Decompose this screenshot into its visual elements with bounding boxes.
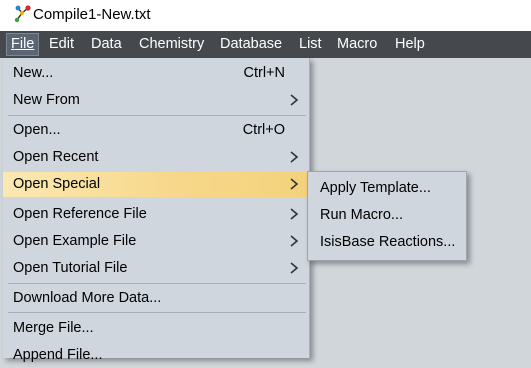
chevron-right-icon xyxy=(290,235,299,247)
shortcut-label: Ctrl+O xyxy=(242,122,285,138)
menu-item-label: Open... xyxy=(13,122,61,138)
menu-item-merge-file[interactable]: Merge File... xyxy=(6,316,308,341)
menu-data-label: Data xyxy=(91,36,122,52)
menu-item-label: New... xyxy=(13,65,54,81)
menu-item-label: Open Example File xyxy=(13,233,137,249)
menu-item-label: Append File... xyxy=(13,347,103,363)
menu-list[interactable]: List xyxy=(299,33,322,56)
menu-item-download-more-data[interactable]: Download More Data... xyxy=(6,286,308,311)
chevron-right-icon xyxy=(290,94,299,106)
submenu-item-run-macro[interactable]: Run Macro... xyxy=(308,199,466,225)
menu-separator xyxy=(8,312,306,313)
menu-item-new-from[interactable]: New From xyxy=(6,88,308,113)
menu-database-label: Database xyxy=(220,36,283,52)
menu-item-append-file[interactable]: Append File... xyxy=(6,343,308,368)
menu-item-label: Open Special xyxy=(13,176,101,192)
chevron-right-icon xyxy=(290,151,299,163)
menu-separator xyxy=(8,283,306,284)
menu-help[interactable]: Help xyxy=(395,33,425,56)
chevron-right-icon xyxy=(290,208,299,220)
menu-edit[interactable]: Edit xyxy=(49,33,74,56)
menu-edit-label: Edit xyxy=(49,36,74,52)
menu-item-label: Merge File... xyxy=(13,320,94,336)
menu-item-open-special[interactable]: Open Special xyxy=(3,172,309,197)
open-special-submenu: Apply Template... Run Macro... IsisBase … xyxy=(307,171,467,261)
menu-macro-label: Macro xyxy=(337,36,378,52)
menu-list-label: List xyxy=(299,36,322,52)
title-bar: Compile1-New.txt xyxy=(0,0,531,31)
menu-item-open-reference-file[interactable]: Open Reference File xyxy=(6,202,308,227)
submenu-item-label: IsisBase Reactions... xyxy=(320,234,456,250)
submenu-item-apply-template[interactable]: Apply Template... xyxy=(308,172,466,198)
menu-data[interactable]: Data xyxy=(91,33,122,56)
submenu-item-label: Apply Template... xyxy=(320,180,431,196)
menu-chemistry-label: Chemistry xyxy=(139,36,205,52)
submenu-item-label: Run Macro... xyxy=(320,207,403,223)
menu-item-open-recent[interactable]: Open Recent xyxy=(6,145,308,170)
chevron-right-icon xyxy=(290,178,299,190)
menu-macro[interactable]: Macro xyxy=(337,33,377,56)
menu-item-new[interactable]: New... Ctrl+N xyxy=(6,61,308,86)
shortcut-label: Ctrl+N xyxy=(243,65,286,81)
menu-file[interactable]: File xyxy=(6,33,40,56)
menu-item-label: Open Reference File xyxy=(13,206,147,222)
window-title: Compile1-New.txt xyxy=(33,6,151,23)
file-menu-dropdown: New... Ctrl+N New From Open... Ctrl+O Op… xyxy=(3,58,310,363)
menu-help-label: Help xyxy=(395,36,425,52)
menu-chemistry[interactable]: Chemistry xyxy=(139,33,204,56)
menu-database[interactable]: Database xyxy=(220,33,282,56)
chevron-right-icon xyxy=(290,262,299,274)
menu-item-label: New From xyxy=(13,92,80,108)
menu-item-label: Download More Data... xyxy=(13,290,162,306)
menu-item-open-tutorial-file[interactable]: Open Tutorial File xyxy=(6,256,308,281)
menu-file-label: File xyxy=(11,36,35,52)
menu-separator xyxy=(8,115,306,116)
submenu-item-isisbase-reactions[interactable]: IsisBase Reactions... xyxy=(308,226,466,252)
menu-item-open[interactable]: Open... Ctrl+O xyxy=(6,118,308,143)
menu-item-label: Open Recent xyxy=(13,149,99,165)
molecule-icon xyxy=(14,5,31,23)
menu-item-open-example-file[interactable]: Open Example File xyxy=(6,229,308,254)
menu-item-label: Open Tutorial File xyxy=(13,260,128,276)
menu-bar: File Edit Data Chemistry Database List M… xyxy=(0,31,531,58)
